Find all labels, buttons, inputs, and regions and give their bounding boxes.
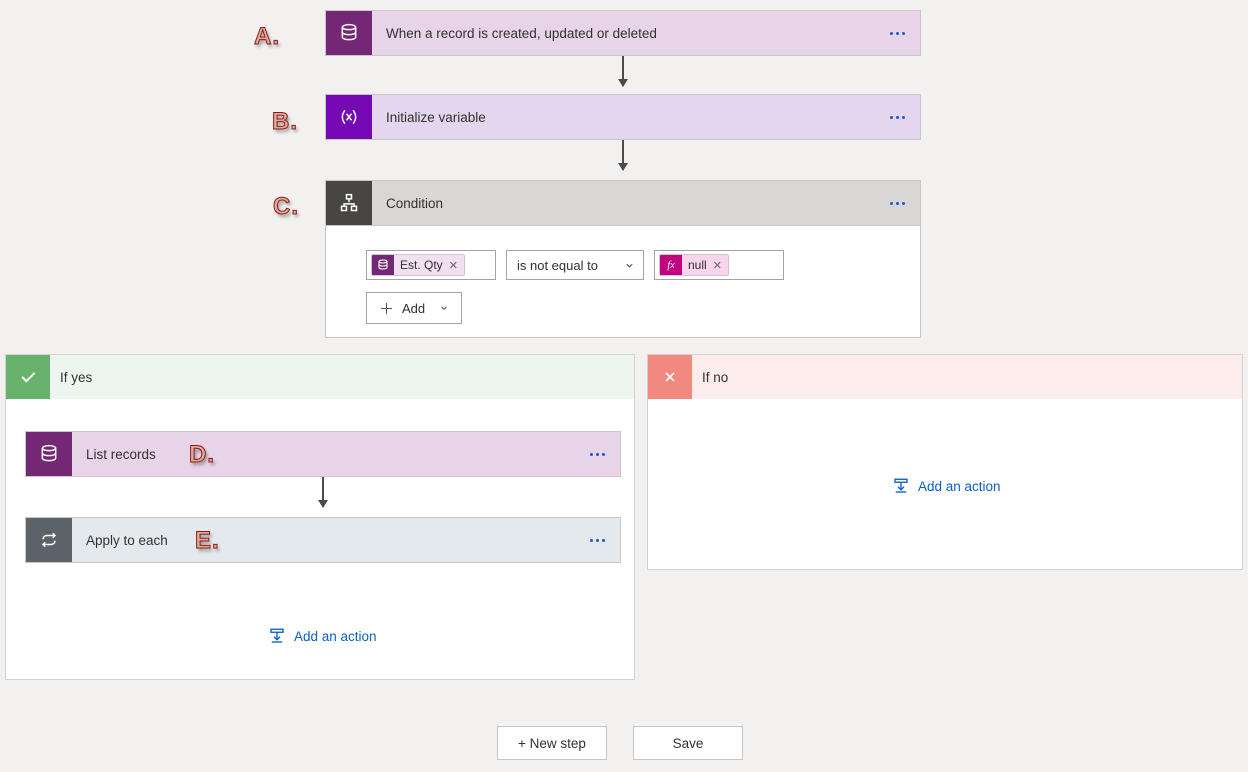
- list-records-menu[interactable]: [574, 453, 620, 456]
- condition-right-operand[interactable]: fx null ✕: [654, 250, 784, 280]
- loop-icon: [26, 518, 72, 562]
- init-variable-card[interactable]: Initialize variable: [325, 94, 921, 140]
- connector-arrow: [622, 56, 624, 86]
- init-variable-menu[interactable]: [874, 116, 920, 119]
- save-label: Save: [673, 736, 704, 751]
- plus-icon: ＋: [379, 298, 394, 319]
- list-records-card[interactable]: List records: [25, 431, 621, 477]
- apply-to-each-label: Apply to each: [72, 533, 574, 548]
- fx-icon: fx: [660, 255, 682, 275]
- init-variable-label: Initialize variable: [372, 110, 874, 125]
- add-action-icon: [892, 477, 910, 495]
- chevron-down-icon: [624, 260, 635, 271]
- condition-left-operand[interactable]: Est. Qty ✕: [366, 250, 496, 280]
- condition-operator-select[interactable]: is not equal to: [506, 250, 644, 280]
- if-yes-branch: If yes List records D. Apply to eac: [5, 354, 635, 680]
- condition-operator-text: is not equal to: [517, 258, 598, 273]
- annotation-b: B.: [272, 108, 298, 136]
- database-icon: [326, 11, 372, 55]
- connector-arrow: [322, 477, 324, 507]
- database-icon: [26, 432, 72, 476]
- new-step-button[interactable]: + New step: [497, 726, 607, 760]
- condition-left-token-text: Est. Qty: [394, 258, 449, 272]
- condition-card[interactable]: Condition: [325, 180, 921, 226]
- close-icon: [648, 355, 692, 399]
- if-no-title: If no: [692, 370, 728, 385]
- annotation-c: C.: [273, 193, 299, 221]
- condition-add-label: Add: [402, 301, 425, 316]
- condition-menu[interactable]: [874, 202, 920, 205]
- add-action-yes-label: Add an action: [294, 629, 377, 644]
- add-action-no[interactable]: Add an action: [892, 477, 1001, 495]
- save-button[interactable]: Save: [633, 726, 743, 760]
- if-yes-title: If yes: [50, 370, 92, 385]
- connector-arrow: [622, 140, 624, 170]
- trigger-card[interactable]: When a record is created, updated or del…: [325, 10, 921, 56]
- condition-body: Est. Qty ✕ is not equal to fx null ✕ ＋ A…: [325, 226, 921, 338]
- annotation-a: A.: [254, 23, 280, 51]
- if-no-header: If no: [648, 355, 1242, 399]
- chevron-down-icon: [439, 303, 449, 313]
- variable-icon: [326, 95, 372, 139]
- add-action-no-label: Add an action: [918, 479, 1001, 494]
- add-action-icon: [268, 627, 286, 645]
- condition-label: Condition: [372, 196, 874, 211]
- trigger-label: When a record is created, updated or del…: [372, 26, 874, 41]
- add-action-yes[interactable]: Add an action: [268, 627, 377, 645]
- condition-right-token-text: null: [682, 258, 713, 272]
- apply-to-each-menu[interactable]: [574, 539, 620, 542]
- remove-token-icon[interactable]: ✕: [713, 259, 728, 272]
- new-step-label: + New step: [518, 736, 586, 751]
- check-icon: [6, 355, 50, 399]
- remove-token-icon[interactable]: ✕: [449, 259, 464, 272]
- condition-add-button[interactable]: ＋ Add: [366, 292, 462, 324]
- list-records-label: List records: [72, 447, 574, 462]
- if-no-branch: If no Add an action: [647, 354, 1243, 570]
- if-yes-header: If yes: [6, 355, 634, 399]
- database-icon: [372, 255, 394, 275]
- condition-icon: [326, 181, 372, 225]
- trigger-menu[interactable]: [874, 32, 920, 35]
- apply-to-each-card[interactable]: Apply to each: [25, 517, 621, 563]
